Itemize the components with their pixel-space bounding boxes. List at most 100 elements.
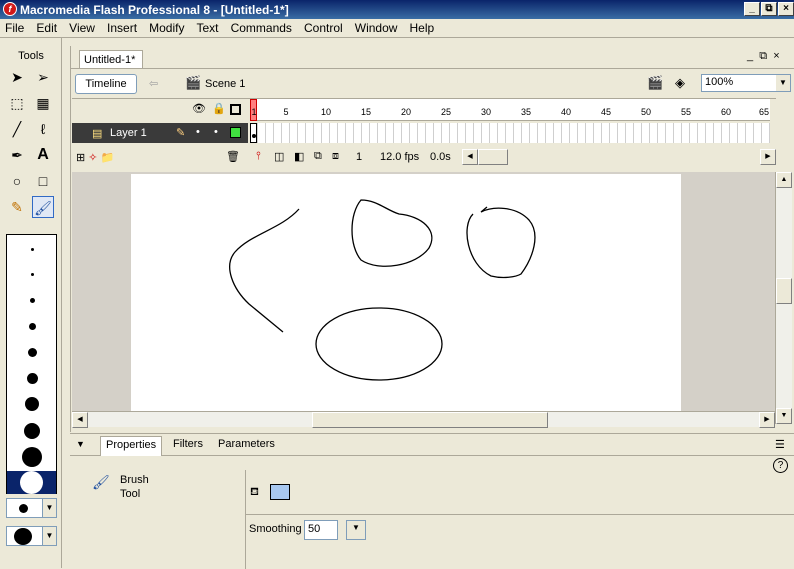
lock-dot-icon[interactable]: • [214, 126, 218, 138]
brush-icon[interactable]: 🖌 [32, 196, 54, 218]
visibility-dot-icon[interactable]: • [196, 126, 200, 138]
layer-color-icon[interactable] [230, 127, 241, 138]
subselect-icon[interactable]: ➢ [32, 66, 54, 88]
drawing-canvas [229, 199, 536, 381]
menu-commands[interactable]: Commands [226, 19, 296, 35]
menu-view[interactable]: View [64, 19, 99, 35]
menu-edit[interactable]: Edit [31, 19, 61, 35]
timeline-scroll-thumb[interactable] [478, 149, 508, 165]
modify-onion-markers-icon[interactable]: ⧈ [332, 150, 339, 163]
onion-skin-icon[interactable]: ◫ [274, 150, 284, 163]
scroll-left-arrow[interactable]: ◀ [72, 412, 88, 428]
panel-options-icon[interactable]: ☰ [775, 438, 785, 451]
stroke-circle [466, 206, 536, 279]
menu-control[interactable]: Control [299, 19, 347, 35]
gradient-transform-icon[interactable]: ▦ [32, 92, 54, 114]
frame-rate[interactable]: 12.0 fps [380, 151, 419, 163]
stage[interactable] [131, 174, 681, 411]
eye-icon[interactable]: 👁 [192, 102, 206, 115]
menu-help[interactable]: Help [405, 19, 439, 35]
brush-size-4[interactable] [29, 323, 36, 330]
edit-symbol-icon[interactable]: ◈ [675, 75, 685, 91]
restore-button[interactable]: ⧉ [761, 2, 777, 16]
frame-track[interactable] [250, 123, 770, 143]
vertical-scroll-thumb[interactable] [776, 278, 792, 304]
arrow-icon[interactable]: ➤ [6, 66, 28, 88]
properties-panel: ▼ Properties Filters Parameters ☰ 🖌 Brus… [70, 433, 794, 569]
text-icon[interactable]: A [32, 144, 54, 166]
fill-color-swatch[interactable] [270, 484, 290, 500]
layer-buttons: ⊞ ✧ 📁 [76, 151, 136, 164]
insert-layer-icon[interactable]: ⊞ [76, 152, 85, 164]
brush-size-9[interactable] [22, 447, 42, 467]
timeline-button[interactable]: Timeline [75, 74, 137, 94]
chevron-down-icon: ▼ [776, 75, 790, 91]
layer-row[interactable]: ▤ Layer 1 ✎ • • [72, 123, 248, 143]
menu-insert[interactable]: Insert [102, 19, 141, 35]
tab-filters[interactable]: Filters [173, 438, 203, 450]
zoom-input[interactable]: 100% ▼ [701, 74, 791, 92]
oval-icon[interactable]: ○ [6, 170, 28, 192]
menu-modify[interactable]: Modify [144, 19, 188, 35]
scroll-down-arrow[interactable]: ▼ [776, 408, 792, 424]
brush-size-8[interactable] [24, 423, 40, 439]
panel-collapse-icon[interactable]: ▼ [76, 439, 85, 449]
onion-outline-icon[interactable]: ◧ [294, 150, 304, 163]
tab-properties[interactable]: Properties [100, 436, 163, 456]
brush-size-1[interactable] [31, 248, 34, 251]
delete-layer-icon[interactable]: 🗑 [226, 150, 240, 163]
brush-size-5[interactable] [28, 348, 37, 357]
brush-size-3[interactable] [30, 298, 35, 303]
window-title: Macromedia Flash Professional 8 - [Untit… [20, 3, 289, 17]
scroll-left-arrow[interactable]: ◀ [462, 149, 478, 165]
ruler-tick: 65 [758, 107, 770, 117]
line-icon[interactable]: ╱ [6, 118, 28, 140]
document-tab[interactable]: Untitled-1* [79, 50, 143, 68]
brush-size-2[interactable] [31, 273, 34, 276]
keyframe-dot-icon [252, 134, 256, 138]
brush-size-dropdown[interactable]: ▼ [6, 498, 57, 518]
scroll-right-arrow[interactable]: ▶ [760, 149, 776, 165]
close-button[interactable]: × [778, 2, 794, 16]
stroke-ellipse [315, 307, 443, 381]
minimize-button[interactable]: _ [744, 2, 760, 16]
horizontal-scroll-thumb[interactable] [312, 412, 548, 428]
outline-icon[interactable] [230, 104, 241, 115]
brush-size-6[interactable] [27, 373, 38, 384]
edit-bar: Timeline ⇦ 🎬 Scene 1 🎬 ◈ 100% ▼ [71, 68, 794, 96]
ruler-tick: 60 [720, 107, 732, 117]
brush-size-list[interactable] [6, 234, 57, 494]
layer-name[interactable]: Layer 1 [110, 127, 147, 139]
horizontal-scrollbar[interactable]: ◀ ▶ [72, 411, 775, 428]
keyframe[interactable] [250, 123, 257, 143]
smoothing-dropdown-button[interactable]: ▼ [346, 520, 366, 540]
brush-shape-dropdown[interactable]: ▼ [6, 526, 57, 546]
add-motion-guide-icon[interactable]: ✧ [88, 152, 97, 164]
menu-file[interactable]: File [0, 19, 28, 35]
tab-parameters[interactable]: Parameters [218, 438, 275, 450]
doc-window-controls[interactable]: _ ⧉ × [747, 50, 780, 63]
edit-multiple-frames-icon[interactable]: ⧉ [314, 150, 322, 163]
free-transform-icon[interactable]: ⬚ [6, 92, 28, 114]
scroll-right-arrow[interactable]: ▶ [759, 412, 775, 428]
help-icon[interactable]: ? [773, 458, 788, 473]
menu-text[interactable]: Text [192, 19, 223, 35]
brush-size-7[interactable] [25, 397, 39, 411]
back-arrow-icon[interactable]: ⇦ [149, 77, 158, 90]
center-frame-icon[interactable]: ⫯ [256, 150, 261, 163]
pencil-icon[interactable]: ✎ [6, 196, 28, 218]
lock-icon[interactable]: 🔒 [212, 102, 226, 115]
menu-window[interactable]: Window [350, 19, 402, 35]
rectangle-icon[interactable]: □ [32, 170, 54, 192]
properties-tabs: ▼ Properties Filters Parameters ☰ [70, 434, 794, 456]
lasso-icon[interactable]: ℓ [32, 118, 54, 140]
brush-size-10[interactable] [20, 471, 43, 494]
stroke-blob [351, 199, 433, 267]
frame-ruler[interactable]: 1 5 10 15 20 25 30 35 40 45 50 55 60 65 [250, 99, 770, 121]
edit-scene-icon[interactable]: 🎬 [647, 75, 663, 91]
vertical-scrollbar[interactable]: ▲ ▼ [775, 172, 792, 424]
scroll-up-arrow[interactable]: ▲ [776, 172, 792, 188]
insert-folder-icon[interactable]: 📁 [101, 152, 115, 164]
pen-icon[interactable]: ✒ [6, 144, 28, 166]
smoothing-input[interactable]: 50 [304, 520, 338, 540]
